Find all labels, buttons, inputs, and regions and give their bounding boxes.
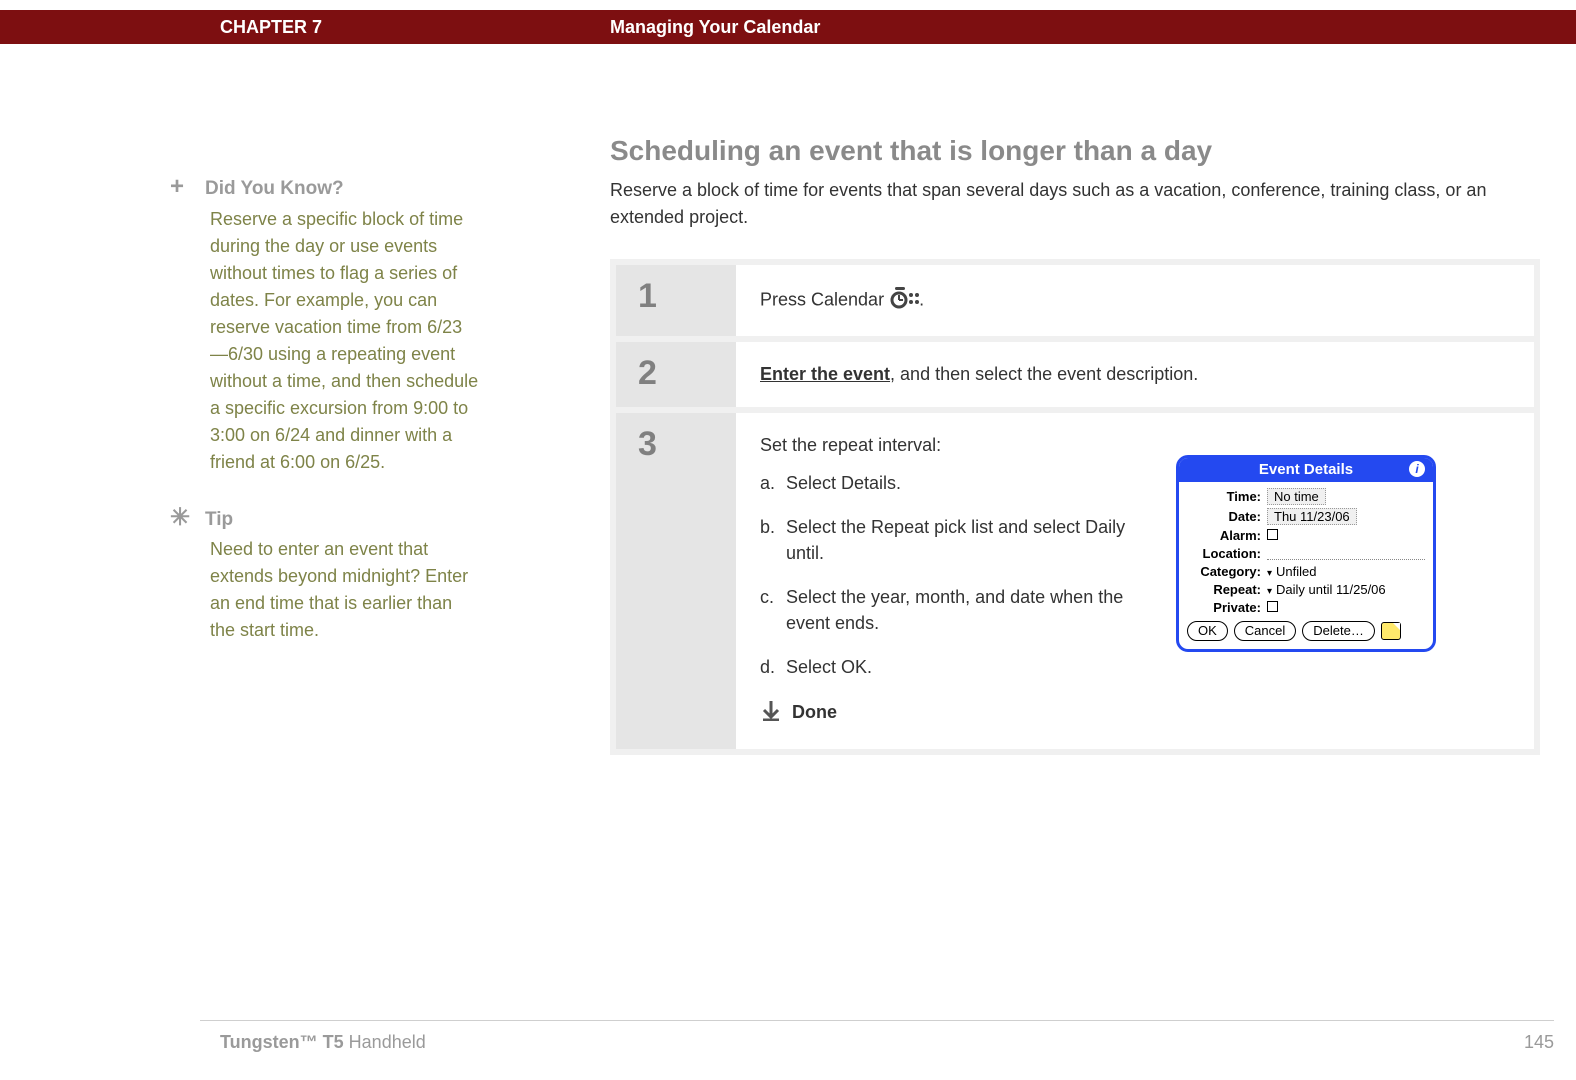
chapter-title: Managing Your Calendar [610, 17, 820, 38]
done-indicator: Done [760, 699, 1140, 727]
chapter-number: CHAPTER 7 [220, 17, 322, 38]
section-title: Scheduling an event that is longer than … [610, 135, 1550, 167]
substep-letter: a. [760, 470, 786, 496]
tip-body: Need to enter an event that extends beyo… [210, 536, 480, 644]
dialog-row-time: Time: No time [1187, 488, 1425, 505]
chapter-header: CHAPTER 7 Managing Your Calendar [0, 10, 1576, 44]
substep-letter: b. [760, 514, 786, 566]
step3-sublist: a. Select Details. b. Select the Repeat … [760, 470, 1140, 681]
step3-text: Set the repeat interval: a. Select Detai… [760, 435, 1140, 727]
step-row: 2 Enter the event, and then select the e… [616, 342, 1534, 407]
private-label: Private: [1187, 600, 1261, 615]
sidebar: + Did You Know? Reserve a specific block… [170, 175, 480, 674]
substep-text: Select the Repeat pick list and select D… [786, 514, 1140, 566]
footer-rule [200, 1020, 1554, 1021]
dialog-title: Event Details [1259, 461, 1353, 478]
substep: d. Select OK. [760, 654, 1140, 680]
dialog-buttons: OK Cancel Delete… [1187, 621, 1425, 641]
dialog-title-bar: Event Details i [1179, 458, 1433, 482]
step-row: 1 Press Calendar . [616, 265, 1534, 336]
step-number: 1 [616, 265, 736, 336]
page-number: 145 [1524, 1032, 1554, 1053]
step-number: 2 [616, 342, 736, 407]
step1-text-before: Press Calendar [760, 289, 889, 309]
substep-text: Select OK. [786, 654, 872, 680]
substep-text: Select the year, month, and date when th… [786, 584, 1140, 636]
asterisk-icon: ✳ [170, 506, 192, 530]
substep: c. Select the year, month, and date when… [760, 584, 1140, 636]
cancel-button[interactable]: Cancel [1234, 621, 1296, 641]
repeat-picklist[interactable]: Daily until 11/25/06 [1267, 582, 1386, 597]
date-selector[interactable]: Thu 11/23/06 [1267, 508, 1357, 525]
step2-text-after: , and then select the event description. [890, 364, 1198, 384]
info-icon[interactable]: i [1409, 461, 1425, 477]
location-label: Location: [1187, 546, 1261, 561]
steps-panel: 1 Press Calendar . [610, 259, 1540, 755]
plus-icon: + [170, 175, 192, 199]
dialog-row-location: Location: [1187, 546, 1425, 561]
delete-button[interactable]: Delete… [1302, 621, 1375, 641]
dialog-row-date: Date: Thu 11/23/06 [1187, 508, 1425, 525]
step-row: 3 Set the repeat interval: a. Select Det… [616, 413, 1534, 749]
category-picklist[interactable]: Unfiled [1267, 564, 1317, 579]
did-you-know-body: Reserve a specific block of time during … [210, 206, 480, 476]
main-content: Scheduling an event that is longer than … [610, 135, 1550, 755]
step3-lead: Set the repeat interval: [760, 435, 1140, 456]
step1-text-after: . [919, 289, 924, 309]
category-label: Category: [1187, 564, 1261, 579]
calendar-button-icon [889, 287, 919, 314]
dialog-row-alarm: Alarm: [1187, 528, 1425, 543]
private-checkbox[interactable] [1267, 601, 1278, 612]
done-label: Done [792, 702, 837, 723]
enter-event-link[interactable]: Enter the event [760, 364, 890, 384]
alarm-label: Alarm: [1187, 528, 1261, 543]
date-label: Date: [1187, 509, 1261, 524]
note-icon[interactable] [1381, 622, 1401, 640]
device-rest: Handheld [344, 1032, 426, 1052]
location-input[interactable] [1267, 547, 1425, 560]
step-body: Set the repeat interval: a. Select Detai… [736, 413, 1534, 749]
dialog-row-category: Category: Unfiled [1187, 564, 1425, 579]
step-body: Press Calendar . [736, 265, 1534, 336]
footer: Tungsten™ T5 Handheld 145 [220, 1032, 1554, 1053]
time-selector[interactable]: No time [1267, 488, 1326, 505]
repeat-label: Repeat: [1187, 582, 1261, 597]
did-you-know-head: Did You Know? [205, 178, 344, 199]
device-model: Tungsten™ T5 [220, 1032, 344, 1052]
alarm-checkbox[interactable] [1267, 529, 1278, 540]
down-arrow-icon [760, 699, 782, 727]
ok-button[interactable]: OK [1187, 621, 1228, 641]
step-number: 3 [616, 413, 736, 749]
tip-block: ✳ Tip Need to enter an event that extend… [170, 506, 480, 645]
substep-text: Select Details. [786, 470, 901, 496]
tip-head: Tip [205, 509, 233, 530]
did-you-know-block: + Did You Know? Reserve a specific block… [170, 175, 480, 476]
dialog-body: Time: No time Date: Thu 11/23/06 Alarm: [1179, 482, 1433, 649]
device-name: Tungsten™ T5 Handheld [220, 1032, 426, 1053]
dialog-row-private: Private: [1187, 600, 1425, 615]
time-label: Time: [1187, 489, 1261, 504]
section-intro: Reserve a block of time for events that … [610, 177, 1550, 231]
substep-letter: c. [760, 584, 786, 636]
substep: a. Select Details. [760, 470, 1140, 496]
event-details-dialog: Event Details i Time: No time Date: Thu … [1176, 455, 1436, 652]
dialog-row-repeat: Repeat: Daily until 11/25/06 [1187, 582, 1425, 597]
substep: b. Select the Repeat pick list and selec… [760, 514, 1140, 566]
step-body: Enter the event, and then select the eve… [736, 342, 1534, 407]
substep-letter: d. [760, 654, 786, 680]
